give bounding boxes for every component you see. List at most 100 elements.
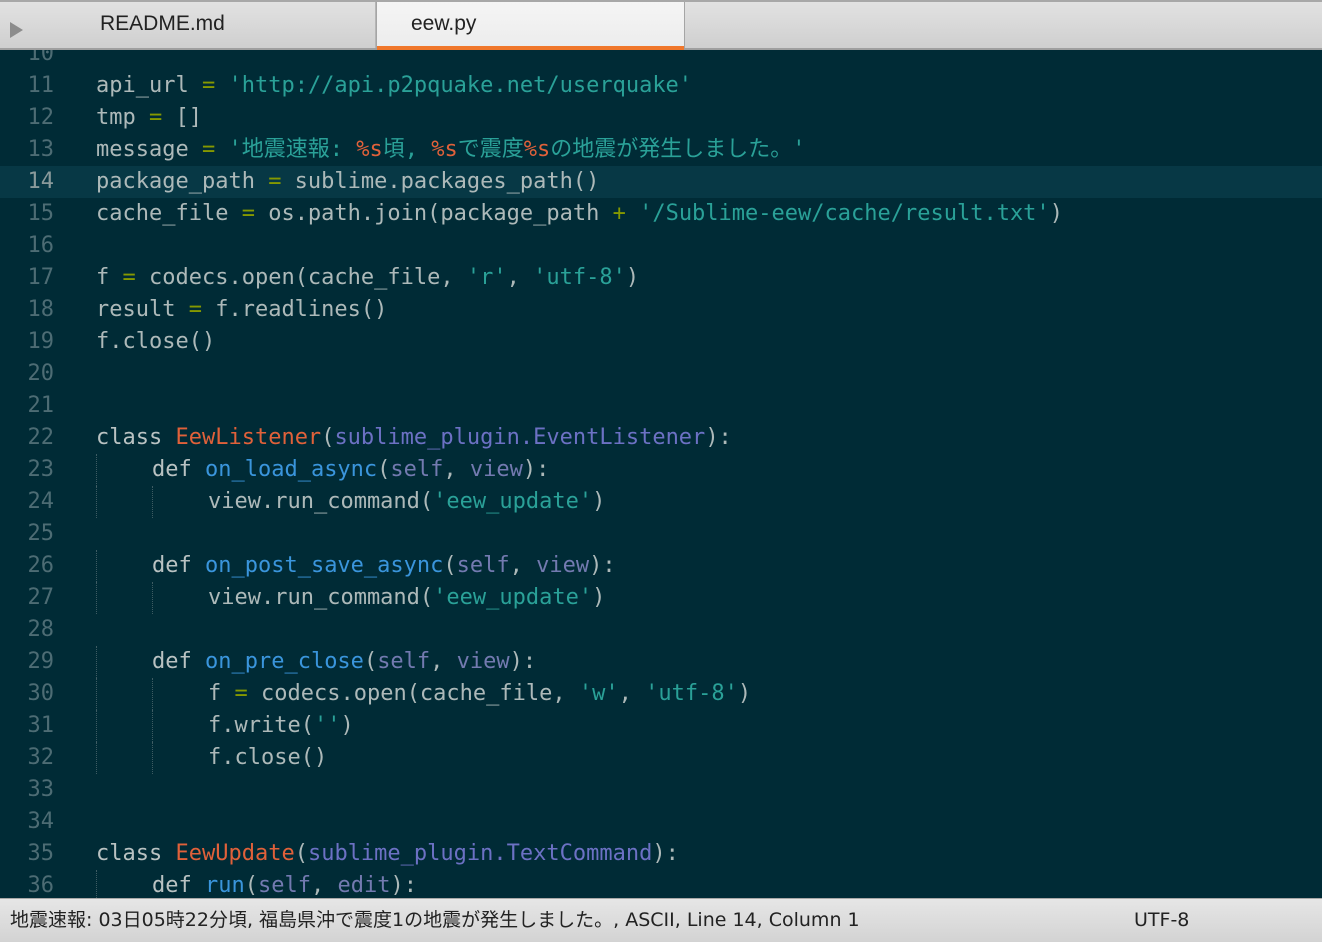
indent-guide <box>96 710 97 742</box>
code-token: '/Sublime-eew/cache/result.txt' <box>639 201 1050 226</box>
code-line[interactable]: 29 def on_pre_close(self, view): <box>0 646 1322 678</box>
code-token: %s <box>431 137 458 162</box>
code-line[interactable]: 32 f.close() <box>0 742 1322 774</box>
code-token: 'eew_update' <box>433 585 593 610</box>
line-number: 18 <box>27 297 55 322</box>
code-line[interactable]: 10 <box>0 50 1322 70</box>
code-text: tmp = [] <box>96 102 202 134</box>
indent-guide <box>96 454 97 486</box>
code-text: view.run_command('eew_update') <box>208 486 605 518</box>
code-text: def on_pre_close(self, view): <box>152 646 536 678</box>
code-token: on_pre_close <box>204 649 364 674</box>
code-text: def on_post_save_async(self, view): <box>152 550 616 582</box>
code-line[interactable]: 28 <box>0 614 1322 646</box>
code-lines: 10 11 api_url = 'http://api.p2pquake.net/u… <box>0 50 1322 898</box>
code-line[interactable]: 13 message = '地震速報: %s頃, %sで震度%sの地震が発生しまし… <box>0 134 1322 166</box>
code-text: f.write('') <box>208 710 354 742</box>
code-token: ( <box>321 425 335 450</box>
code-line[interactable]: 21 <box>0 390 1322 422</box>
encoding-indicator[interactable]: UTF-8 <box>1134 899 1189 941</box>
code-token: %s <box>356 137 383 162</box>
tab-readme[interactable]: README.md <box>66 2 376 48</box>
code-token: f.readlines() <box>201 297 388 322</box>
triangle-right-icon[interactable] <box>10 22 23 38</box>
code-text: view.run_command('eew_update') <box>208 582 605 614</box>
code-token: '' <box>313 713 341 738</box>
code-token: ( <box>244 873 258 898</box>
code-line[interactable]: 36 def run(self, edit): <box>0 870 1322 898</box>
code-line[interactable]: 17 f = codecs.open(cache_file, 'r', 'utf-… <box>0 262 1322 294</box>
line-number: 17 <box>27 265 55 290</box>
line-number: 23 <box>27 457 55 482</box>
indent-guide <box>96 678 97 710</box>
line-number: 15 <box>27 201 55 226</box>
code-token: ): <box>705 425 732 450</box>
code-token: on_post_save_async <box>204 553 444 578</box>
code-line[interactable]: 26 def on_post_save_async(self, view): <box>0 550 1322 582</box>
code-line[interactable]: 18 result = f.readlines() <box>0 294 1322 326</box>
code-token: self <box>377 649 431 674</box>
code-token: codecs.open(cache_file, <box>135 265 467 290</box>
line-number: 10 <box>27 50 55 66</box>
code-text: f = codecs.open(cache_file, 'w', 'utf-8'… <box>208 678 751 710</box>
code-token: ): <box>652 841 679 866</box>
code-text: def on_load_async(self, view): <box>152 454 549 486</box>
line-number: 31 <box>27 713 55 738</box>
code-line[interactable]: 35 class EewUpdate(sublime_plugin.TextCom… <box>0 838 1322 870</box>
code-line[interactable]: 23 def on_load_async(self, view): <box>0 454 1322 486</box>
code-token: %s <box>523 137 551 162</box>
code-token: f <box>96 265 123 290</box>
code-line[interactable]: 30 f = codecs.open(cache_file, 'w', 'utf-… <box>0 678 1322 710</box>
code-editor[interactable]: 10 11 api_url = 'http://api.p2pquake.net/u… <box>0 50 1322 898</box>
code-token: = <box>234 681 248 706</box>
code-token: 'utf-8' <box>533 265 626 290</box>
code-token: 'eew_update' <box>433 489 593 514</box>
line-number: 33 <box>27 777 55 802</box>
code-line[interactable]: 27 view.run_command('eew_update') <box>0 582 1322 614</box>
code-line[interactable]: 31 f.write('') <box>0 710 1322 742</box>
indent-guide <box>96 486 97 518</box>
code-token: run <box>204 873 245 898</box>
code-line[interactable]: 11 api_url = 'http://api.p2pquake.net/use… <box>0 70 1322 102</box>
code-line[interactable]: 14 package_path = sublime.packages_path() <box>0 166 1322 198</box>
code-token: def <box>152 553 205 578</box>
code-token: f.write( <box>208 713 314 738</box>
code-line[interactable]: 33 <box>0 774 1322 806</box>
code-text: cache_file = os.path.join(package_path +… <box>96 198 1063 230</box>
code-token: ( <box>294 841 308 866</box>
line-number: 34 <box>27 809 55 834</box>
code-text: f.close() <box>96 326 215 358</box>
indent-guide <box>152 710 153 742</box>
code-line[interactable]: 12 tmp = [] <box>0 102 1322 134</box>
code-text: class EewUpdate(sublime_plugin.TextComma… <box>96 838 679 870</box>
line-number: 36 <box>27 873 55 898</box>
code-token: on_load_async <box>204 457 378 482</box>
code-token: '地震速報: <box>228 137 357 162</box>
code-token: os.path.join(package_path <box>254 201 613 226</box>
tab-eew-py[interactable]: eew.py <box>376 2 685 50</box>
indent-guide <box>96 550 97 582</box>
code-line[interactable]: 16 <box>0 230 1322 262</box>
code-token: ) <box>625 265 640 290</box>
code-line[interactable]: 19 f.close() <box>0 326 1322 358</box>
code-token: f.close() <box>96 329 216 354</box>
code-token: + <box>612 201 626 226</box>
line-number: 20 <box>27 361 55 386</box>
code-token: ) <box>1049 201 1063 226</box>
code-line[interactable]: 22 class EewListener(sublime_plugin.Event… <box>0 422 1322 454</box>
code-line[interactable]: 34 <box>0 806 1322 838</box>
indent-guide <box>152 742 153 774</box>
code-line[interactable]: 20 <box>0 358 1322 390</box>
code-token: ): <box>589 553 616 578</box>
code-token: , <box>310 873 338 898</box>
code-token: self <box>257 873 311 898</box>
code-token: f <box>208 681 235 706</box>
code-token: self <box>390 457 444 482</box>
code-line[interactable]: 25 <box>0 518 1322 550</box>
code-line[interactable]: 15 cache_file = os.path.join(package_path… <box>0 198 1322 230</box>
code-token: package_path <box>96 169 269 194</box>
code-token: codecs.open(cache_file, <box>247 681 579 706</box>
code-text: api_url = 'http://api.p2pquake.net/userq… <box>96 70 692 102</box>
code-line[interactable]: 24 view.run_command('eew_update') <box>0 486 1322 518</box>
code-token: = <box>188 297 202 322</box>
